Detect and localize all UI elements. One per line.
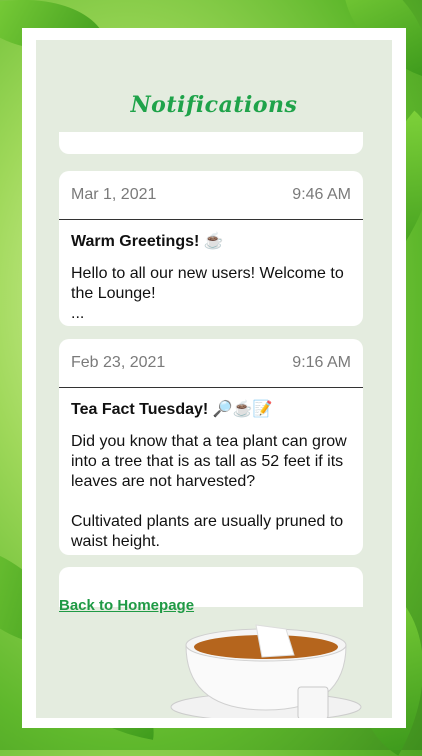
notification-message: Hello to all our new users! Welcome to t… xyxy=(71,265,344,322)
notification-header: Mar 1, 2021 9:46 AM xyxy=(59,171,363,220)
page-title: Notifications xyxy=(130,92,298,118)
notification-time: 9:16 AM xyxy=(292,354,351,371)
notification-time: 9:46 AM xyxy=(292,186,351,203)
notification-title: Warm Greetings! ☕ xyxy=(71,233,224,250)
notification-date: Feb 23, 2021 xyxy=(71,354,166,371)
notification-date: Mar 1, 2021 xyxy=(71,186,157,203)
notification-card[interactable]: Mar 1, 2021 9:46 AM Warm Greetings! ☕ He… xyxy=(59,171,363,326)
notification-header: Feb 23, 2021 9:16 AM xyxy=(59,339,363,388)
back-to-homepage-link[interactable]: Back to Homepage xyxy=(59,597,194,614)
notification-card[interactable]: Feb 23, 2021 9:16 AM Tea Fact Tuesday! 🔎… xyxy=(59,339,363,555)
notification-title: Tea Fact Tuesday! 🔎☕📝 xyxy=(71,401,273,418)
notifications-panel: Notifications Mar 1, 2021 9:46 AM Warm G… xyxy=(36,40,392,718)
teacup-illustration xyxy=(170,624,362,718)
notification-card-partial xyxy=(59,132,363,154)
notification-message: Did you know that a tea plant can grow i… xyxy=(71,433,347,550)
